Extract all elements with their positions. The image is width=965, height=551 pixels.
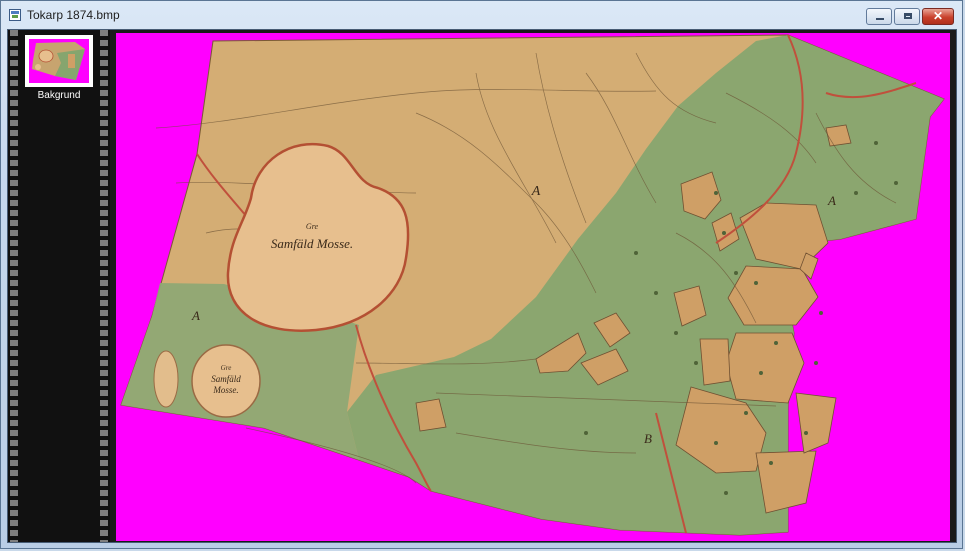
caption-buttons: ✕	[864, 8, 954, 25]
layer-label: Bakgrund	[37, 90, 81, 101]
label-region-b: B	[644, 431, 652, 446]
image-viewer-window: Tokarp 1874.bmp ✕ Bakgrund Gre Samfäld M…	[0, 0, 963, 549]
small-bog	[153, 350, 179, 408]
label-region-a2: A	[827, 193, 836, 208]
filmstrip-sprockets-left	[10, 30, 18, 542]
minimize-button[interactable]	[866, 8, 892, 25]
map-image: Gre Samfäld Mosse. Gre Samfäld Mosse. A …	[116, 33, 950, 541]
label-region-a1: A	[531, 184, 541, 199]
title-bar[interactable]: Tokarp 1874.bmp ✕	[1, 1, 962, 29]
label-samfald-small-1: Gre	[221, 364, 232, 372]
thumbnail-preview	[29, 39, 89, 83]
label-samfald-main-2: Samfäld Mosse.	[271, 236, 353, 251]
label-samfald-main-1: Gre	[306, 222, 319, 231]
layer-thumbnail[interactable]	[25, 35, 93, 87]
label-region-a3: A	[191, 308, 200, 323]
label-samfald-small-2: Samfäld	[211, 374, 241, 384]
image-canvas[interactable]: Gre Samfäld Mosse. Gre Samfäld Mosse. A …	[116, 33, 950, 541]
close-button[interactable]: ✕	[922, 8, 954, 25]
image-file-icon	[9, 9, 21, 21]
maximize-icon	[904, 13, 912, 19]
maximize-button[interactable]	[894, 8, 920, 25]
label-samfald-small-3: Mosse.	[212, 385, 238, 395]
window-title: Tokarp 1874.bmp	[27, 8, 120, 22]
viewer-client-area: Bakgrund Gre Samfäld Mosse. Gre Samfäld …	[7, 29, 957, 543]
filmstrip-sprockets-right	[100, 30, 108, 542]
close-icon: ✕	[932, 9, 944, 23]
minimize-icon	[876, 18, 884, 20]
layer-filmstrip[interactable]: Bakgrund	[8, 30, 110, 542]
